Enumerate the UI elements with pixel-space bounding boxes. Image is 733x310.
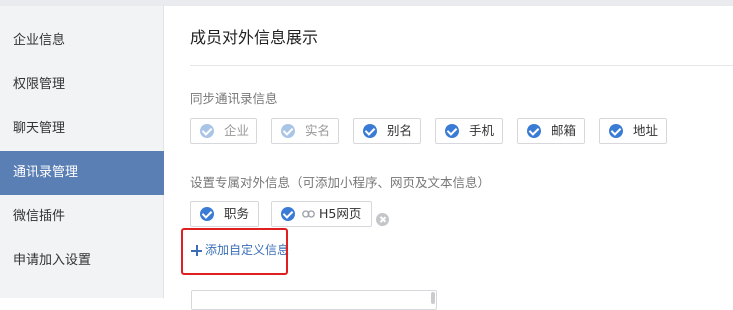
chip-label: 实名 xyxy=(305,123,331,138)
sidebar-item-chat-management[interactable]: 聊天管理 xyxy=(0,107,164,151)
checkbox-checked-icon xyxy=(200,207,214,221)
chip-alias[interactable]: 别名 xyxy=(353,118,421,144)
sidebar-item-permissions[interactable]: 权限管理 xyxy=(0,63,164,107)
sidebar: 企业信息 权限管理 聊天管理 通讯录管理 微信插件 申请加入设置 xyxy=(0,6,164,298)
checkbox-checked-icon xyxy=(200,124,214,138)
chip-email[interactable]: 邮箱 xyxy=(517,118,585,144)
custom-section-label: 设置专属对外信息（可添加小程序、网页及文本信息） xyxy=(190,175,491,190)
chip-label: 地址 xyxy=(633,123,659,138)
checkbox-checked-icon xyxy=(281,207,295,221)
highlight-annotation-box xyxy=(181,228,288,275)
link-icon xyxy=(302,210,315,218)
checkbox-checked-icon xyxy=(445,124,459,138)
chip-phone[interactable]: 手机 xyxy=(435,118,503,144)
chip-company: 企业 xyxy=(190,118,257,144)
scrollbar-thumb[interactable] xyxy=(431,292,435,304)
chip-label: 职务 xyxy=(224,206,250,221)
sidebar-item-wechat-plugin[interactable]: 微信插件 xyxy=(0,195,164,239)
checkbox-checked-icon xyxy=(609,124,623,138)
page-title: 成员对外信息展示 xyxy=(190,28,319,47)
checkbox-checked-icon xyxy=(281,124,295,138)
title-divider xyxy=(190,65,733,66)
sidebar-item-join-settings[interactable]: 申请加入设置 xyxy=(0,239,164,283)
sidebar-item-contacts-management[interactable]: 通讯录管理 xyxy=(0,151,164,195)
main-content: 成员对外信息展示 同步通讯录信息 企业 实名 别名 手机 邮箱 地址 设置专属对… xyxy=(165,6,733,310)
chip-label: 手机 xyxy=(469,123,495,138)
chip-h5-webpage[interactable]: H5网页 xyxy=(271,201,372,227)
chip-label: H5网页 xyxy=(319,206,362,221)
chip-label: 别名 xyxy=(387,123,413,138)
chip-label: 邮箱 xyxy=(551,123,577,138)
chip-label: 企业 xyxy=(224,123,250,138)
preview-panel xyxy=(191,290,437,310)
sidebar-item-company-info[interactable]: 企业信息 xyxy=(0,19,164,63)
chip-address[interactable]: 地址 xyxy=(599,118,667,144)
sync-section-label: 同步通讯录信息 xyxy=(190,91,278,106)
checkbox-checked-icon xyxy=(527,124,541,138)
remove-icon[interactable] xyxy=(376,213,389,226)
checkbox-checked-icon xyxy=(363,124,377,138)
chip-job-title[interactable]: 职务 xyxy=(190,201,259,227)
chip-real-name: 实名 xyxy=(271,118,339,144)
